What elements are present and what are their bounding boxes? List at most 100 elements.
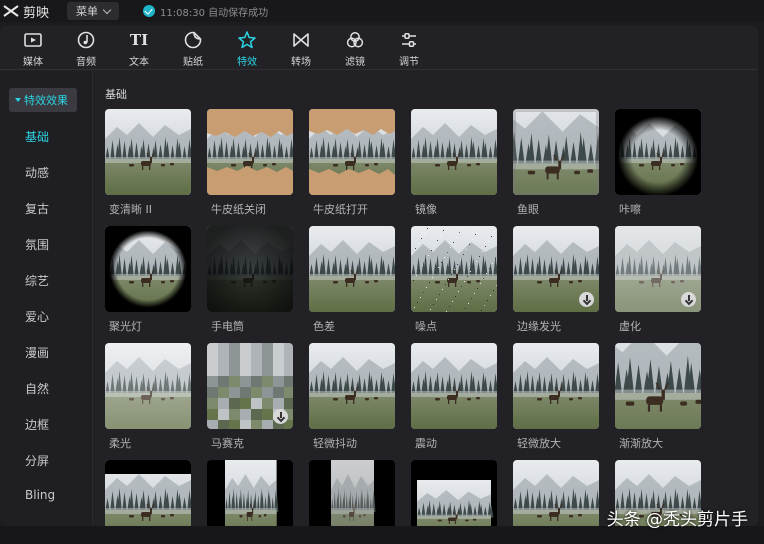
app-logo: 剪映 bbox=[2, 2, 49, 21]
effects-sidebar: 特效效果 基础动感复古氛围综艺爱心漫画自然边框分屏 Bling bbox=[0, 71, 93, 526]
download-icon[interactable] bbox=[681, 292, 696, 307]
sidebar-item[interactable]: 漫画 bbox=[25, 344, 49, 361]
effect-thumbnail[interactable] bbox=[105, 226, 191, 312]
effect-thumbnail[interactable] bbox=[615, 343, 701, 429]
tab-filter[interactable]: 滤镜 bbox=[329, 26, 381, 70]
effect-card[interactable]: 震动 bbox=[411, 343, 497, 451]
effect-thumbnail[interactable] bbox=[513, 343, 599, 429]
effect-label: 手电筒 bbox=[211, 320, 244, 333]
effect-thumbnail[interactable] bbox=[207, 226, 293, 312]
tab-effects[interactable]: 特效 bbox=[221, 26, 273, 70]
sidebar-item[interactable]: 分屏 bbox=[25, 452, 49, 469]
effect-thumbnail[interactable] bbox=[309, 109, 395, 195]
effect-thumbnail[interactable] bbox=[513, 226, 599, 312]
sidebar-item[interactable]: 复古 bbox=[25, 200, 49, 217]
effect-card[interactable] bbox=[207, 460, 293, 526]
effect-thumbnail[interactable] bbox=[105, 109, 191, 195]
svg-text:TI: TI bbox=[130, 31, 148, 49]
tab-label: 特效 bbox=[237, 57, 257, 68]
menu-label: 菜单 bbox=[76, 5, 99, 18]
effect-card[interactable]: 轻微抖动 bbox=[309, 343, 395, 451]
caret-down-icon bbox=[15, 98, 21, 102]
effect-card[interactable]: 噪点 bbox=[411, 226, 497, 334]
effect-thumbnail[interactable] bbox=[207, 109, 293, 195]
effect-label: 柔光 bbox=[109, 437, 131, 450]
tab-transition[interactable]: 转场 bbox=[275, 26, 327, 70]
adjust-icon bbox=[402, 33, 416, 47]
check-circle-icon bbox=[143, 5, 156, 17]
effect-thumbnail[interactable] bbox=[309, 226, 395, 312]
effect-card[interactable] bbox=[411, 460, 497, 526]
autosave-status: 11:08:30 自动保存成功 bbox=[143, 4, 268, 19]
download-icon[interactable] bbox=[579, 292, 594, 307]
tab-media[interactable]: 媒体 bbox=[7, 26, 59, 70]
effects-icon bbox=[238, 31, 256, 49]
tab-text[interactable]: TI 文本 bbox=[113, 26, 165, 70]
effect-card[interactable]: 边缘发光 bbox=[513, 226, 599, 334]
effect-label: 色差 bbox=[313, 320, 335, 333]
tab-audio[interactable]: 音频 bbox=[60, 26, 112, 70]
effect-card[interactable]: 手电筒 bbox=[207, 226, 293, 334]
app-title: 剪映 bbox=[23, 5, 50, 21]
effect-label: 震动 bbox=[415, 437, 437, 450]
effect-card[interactable]: 渐渐放大 bbox=[615, 343, 701, 451]
effects-grid-area: 基础 变清晰 II 牛皮纸关闭 牛皮纸打开 镜像 鱼眼 咔嚓 聚光灯 手电筒 色差 噪点 边缘发光 虚… bbox=[94, 71, 758, 526]
sidebar-item[interactable]: 边框 bbox=[25, 416, 49, 433]
media-icon bbox=[24, 33, 42, 47]
effect-thumbnail[interactable] bbox=[207, 460, 293, 526]
effect-label: 马赛克 bbox=[211, 437, 244, 450]
effect-thumbnail[interactable] bbox=[207, 343, 293, 429]
effect-label: 噪点 bbox=[415, 320, 437, 333]
sidebar-item[interactable]: 基础 bbox=[25, 128, 49, 145]
sidebar-item[interactable]: 爱心 bbox=[25, 308, 49, 325]
effect-thumbnail[interactable] bbox=[105, 460, 191, 526]
effect-card[interactable]: 马赛克 bbox=[207, 343, 293, 451]
effect-card[interactable]: 聚光灯 bbox=[105, 226, 191, 334]
effect-thumbnail[interactable] bbox=[309, 460, 395, 526]
sidebar-item[interactable]: 氛围 bbox=[25, 236, 49, 253]
effect-card[interactable]: 柔光 bbox=[105, 343, 191, 451]
tab-label: 文本 bbox=[129, 57, 149, 68]
effect-thumbnail[interactable] bbox=[411, 343, 497, 429]
category-toolbar: 媒体 音频 TI 文本 贴纸 特效 转场 滤镜 调节 bbox=[0, 26, 758, 70]
tab-label: 滤镜 bbox=[345, 57, 365, 68]
effect-thumbnail[interactable] bbox=[411, 109, 497, 195]
effect-thumbnail[interactable] bbox=[411, 460, 497, 526]
download-icon[interactable] bbox=[273, 409, 288, 424]
effect-thumbnail[interactable] bbox=[513, 109, 599, 195]
effect-card[interactable] bbox=[513, 460, 599, 526]
tab-label: 转场 bbox=[291, 57, 311, 68]
effect-thumbnail[interactable] bbox=[105, 343, 191, 429]
effect-card[interactable]: 轻微放大 bbox=[513, 343, 599, 451]
effect-card[interactable]: 牛皮纸打开 bbox=[309, 109, 395, 217]
effect-thumbnail[interactable] bbox=[615, 226, 701, 312]
autosave-text: 11:08:30 自动保存成功 bbox=[160, 7, 269, 19]
effect-card[interactable]: 镜像 bbox=[411, 109, 497, 217]
effect-thumbnail[interactable] bbox=[615, 109, 701, 195]
tab-label: 贴纸 bbox=[183, 57, 203, 68]
effect-card[interactable] bbox=[105, 460, 191, 526]
effect-card[interactable]: 虚化 bbox=[615, 226, 701, 334]
sidebar-item[interactable]: 综艺 bbox=[25, 272, 49, 289]
effect-thumbnail[interactable] bbox=[411, 226, 497, 312]
sidebar-item[interactable]: Bling bbox=[25, 488, 55, 502]
effect-card[interactable]: 变清晰 II bbox=[105, 109, 191, 217]
effect-card[interactable]: 牛皮纸关闭 bbox=[207, 109, 293, 217]
effect-card[interactable]: 鱼眼 bbox=[513, 109, 599, 217]
tab-adjust[interactable]: 调节 bbox=[383, 26, 435, 70]
sidebar-item[interactable]: 自然 bbox=[25, 380, 49, 397]
effect-card[interactable] bbox=[309, 460, 395, 526]
menu-button[interactable]: 菜单 bbox=[67, 2, 120, 20]
effect-card[interactable]: 咔嚓 bbox=[615, 109, 701, 217]
effect-thumbnail[interactable] bbox=[513, 460, 599, 526]
sidebar-header[interactable]: 特效效果 bbox=[9, 88, 77, 112]
tab-sticker[interactable]: 贴纸 bbox=[167, 26, 219, 70]
filter-icon bbox=[346, 32, 364, 48]
effect-label: 渐渐放大 bbox=[619, 437, 663, 450]
effect-thumbnail[interactable] bbox=[309, 343, 395, 429]
sidebar-header-label: 特效效果 bbox=[24, 94, 68, 107]
effect-label: 虚化 bbox=[619, 320, 641, 333]
tab-label: 调节 bbox=[399, 57, 419, 68]
sidebar-item[interactable]: 动感 bbox=[25, 164, 49, 181]
effect-card[interactable]: 色差 bbox=[309, 226, 395, 334]
